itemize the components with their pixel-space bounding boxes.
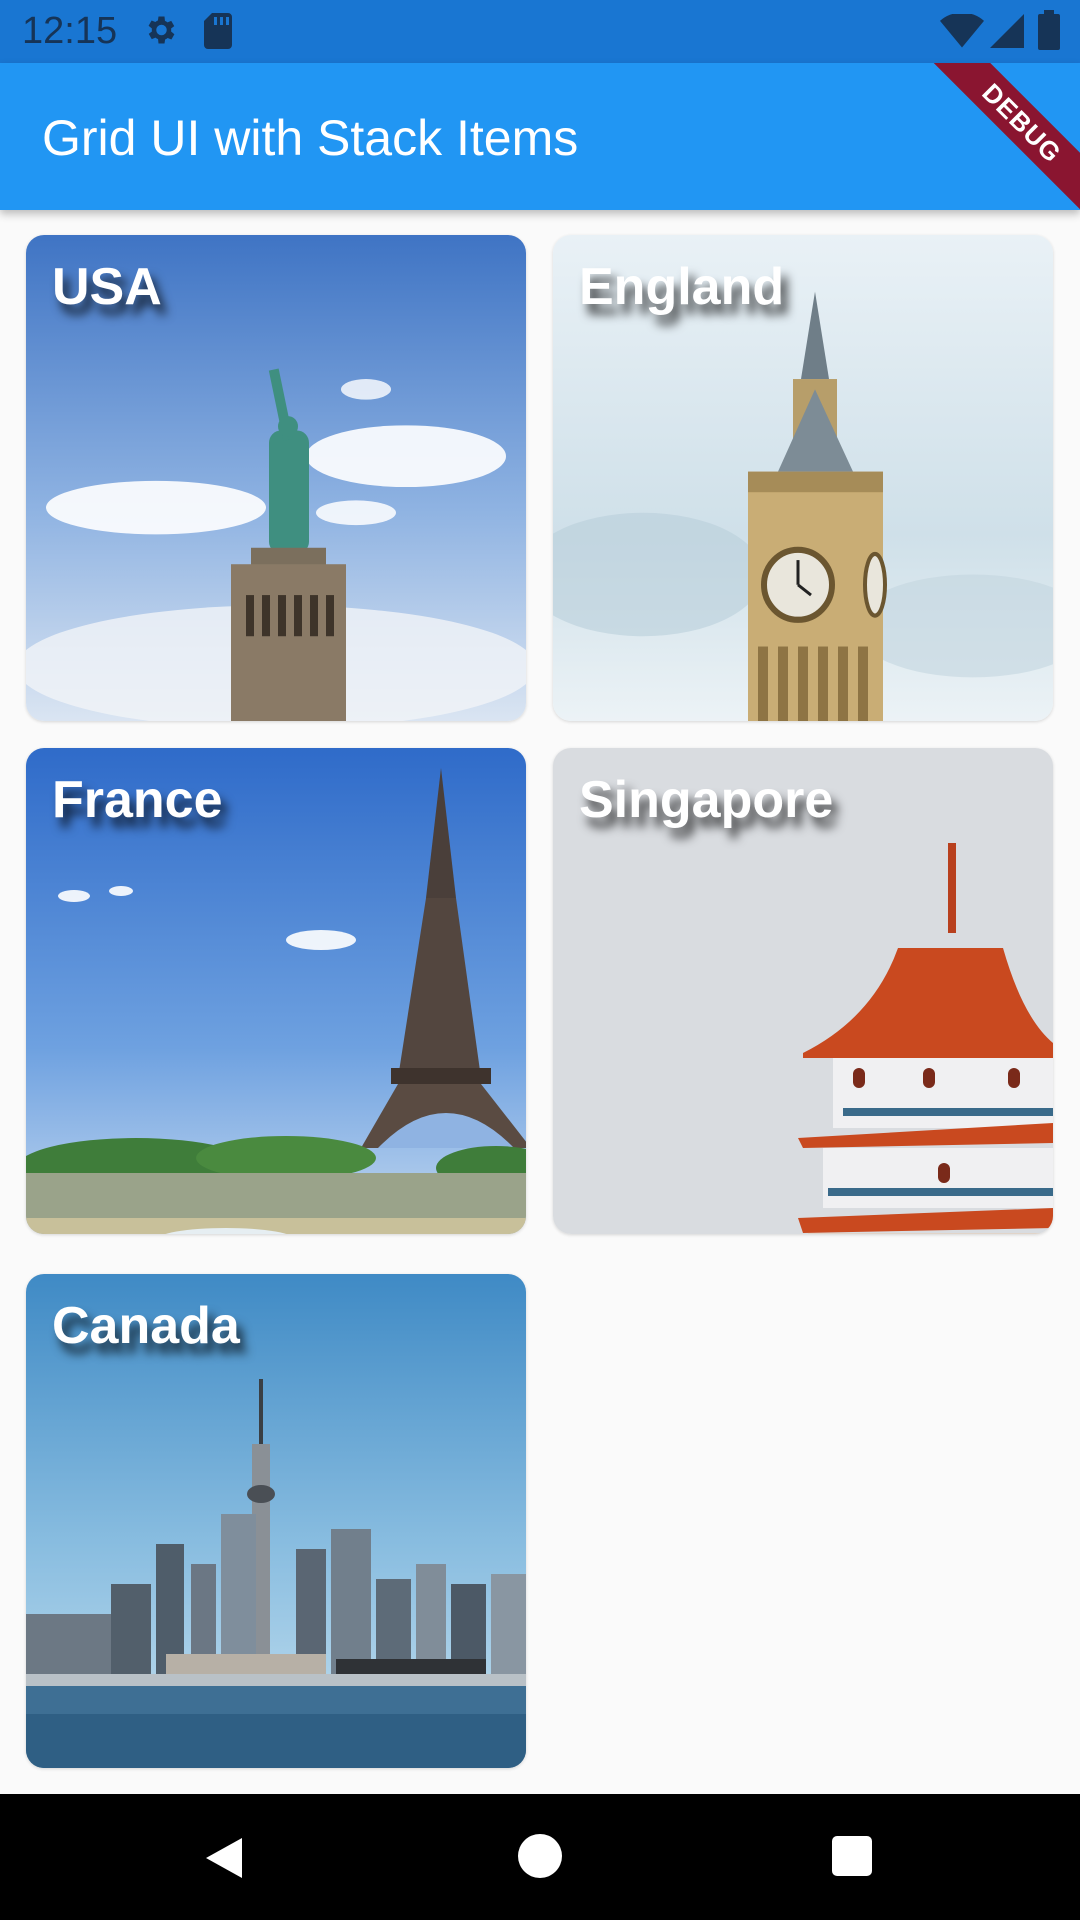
grid-item-singapore[interactable]: Singapore — [553, 748, 1053, 1234]
recent-apps-icon[interactable] — [832, 1836, 872, 1876]
home-icon[interactable] — [518, 1834, 562, 1878]
grid: USA England France Singapore Canada — [0, 0, 1080, 1920]
grid-item-france[interactable]: France — [26, 748, 526, 1234]
back-icon[interactable] — [202, 1834, 250, 1882]
grid-item-label: Canada — [52, 1297, 240, 1355]
grid-item-canada[interactable]: Canada — [26, 1274, 526, 1768]
grid-item-usa[interactable]: USA — [26, 235, 526, 721]
grid-item-label: England — [579, 258, 785, 316]
grid-item-label: USA — [52, 258, 162, 316]
grid-item-england[interactable]: England — [553, 235, 1053, 721]
navigation-bar — [0, 1794, 1080, 1920]
grid-item-label: Singapore — [579, 771, 834, 829]
grid-item-label: France — [52, 771, 223, 829]
